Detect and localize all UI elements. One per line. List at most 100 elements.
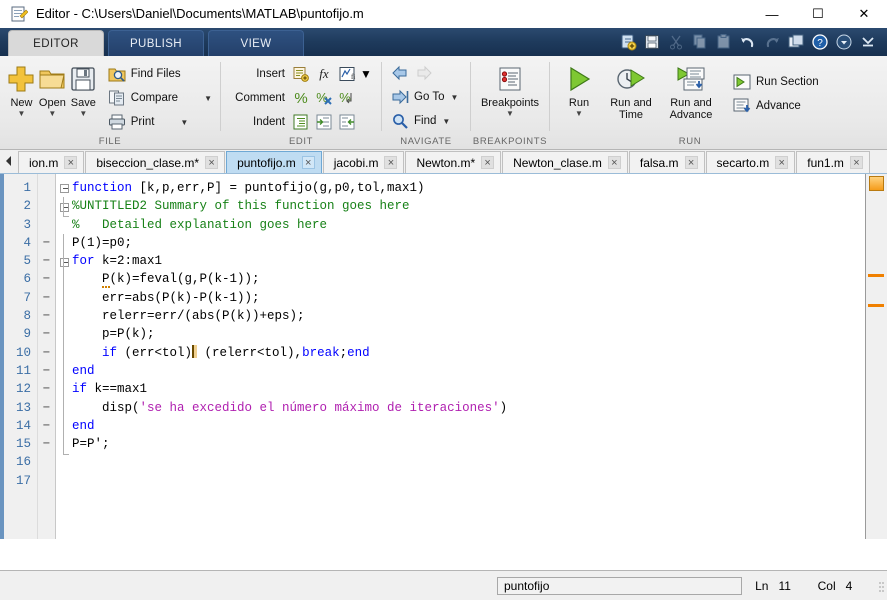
line-number: 3 (23, 217, 31, 232)
back-arrow-icon[interactable] (390, 63, 410, 83)
minimize-button[interactable]: — (749, 0, 795, 28)
doc-tab-jacobi[interactable]: jacobi.m × (322, 151, 405, 173)
new-button[interactable]: New ▼ (6, 60, 37, 118)
minimize-ribbon-icon[interactable] (857, 31, 879, 53)
doc-tab-newton[interactable]: Newton.m* × (405, 151, 502, 173)
svg-text:fx: fx (319, 66, 329, 81)
tab-publish[interactable]: PUBLISH (108, 30, 204, 56)
code-text[interactable]: function [k,p,err,P] = puntofijo(g,p0,to… (72, 174, 865, 539)
close-icon[interactable]: × (205, 156, 219, 169)
compare-button[interactable]: Compare ▼ (105, 86, 214, 110)
code-line-8: relerr=err/(abs(P(k))+eps); (72, 309, 305, 324)
run-dropdown-icon[interactable]: ▼ (575, 110, 583, 118)
breakpoints-button[interactable]: Breakpoints ▼ (477, 60, 543, 118)
function-name-field[interactable]: puntofijo (497, 576, 742, 595)
line-number: 4 (23, 235, 31, 250)
close-icon[interactable]: × (849, 156, 863, 169)
uncomment-icon[interactable]: % (314, 88, 334, 108)
compare-dropdown-icon[interactable]: ▼ (204, 94, 212, 103)
find-dropdown-icon[interactable]: ▼ (442, 117, 450, 126)
group-label-file: FILE (98, 136, 122, 147)
close-icon[interactable]: × (481, 156, 495, 169)
save-button[interactable]: Save ▼ (68, 60, 99, 118)
close-icon[interactable]: × (684, 156, 698, 169)
fold-toggle[interactable] (56, 252, 72, 270)
doc-tab-ion[interactable]: ion.m × (18, 151, 85, 173)
fold-blank (56, 362, 72, 380)
exec-mark (38, 216, 55, 234)
close-button[interactable]: ✕ (841, 0, 887, 28)
doc-tab-fun1[interactable]: fun1.m × (796, 151, 870, 173)
paste-icon[interactable] (713, 31, 735, 53)
tab-editor[interactable]: EDITOR (8, 30, 104, 56)
doc-tab-label: secarto.m (716, 155, 770, 170)
code-analyzer-warning-indicator[interactable] (869, 176, 884, 191)
go-to-label: Go To (414, 91, 445, 103)
doc-tab-secarto[interactable]: secarto.m × (705, 151, 796, 173)
insert-text-icon[interactable] (291, 64, 311, 84)
window-controls: — ☐ ✕ (749, 0, 887, 28)
cut-icon[interactable] (665, 31, 687, 53)
doc-tab-puntofijo[interactable]: puntofijo.m × (226, 151, 322, 173)
insert-dropdown-icon[interactable]: ▼ (360, 67, 372, 81)
indent-right-icon[interactable] (314, 112, 334, 132)
code-analyzer-gutter[interactable] (865, 174, 887, 539)
code-line-11: end (72, 363, 95, 378)
print-dropdown-icon[interactable]: ▼ (180, 118, 188, 127)
analyzer-warning-mark[interactable] (868, 304, 884, 307)
open-button[interactable]: Open ▼ (37, 60, 68, 118)
code-editor[interactable]: 1 2 3 4 5 6 7 8 9 10 11 12 13 14 15 16 1… (0, 174, 887, 539)
find-files-button[interactable]: Find Files (105, 62, 214, 86)
fold-toggle[interactable] (56, 179, 72, 197)
maximize-button[interactable]: ☐ (795, 0, 841, 28)
smart-indent-icon[interactable] (291, 112, 311, 132)
help-icon[interactable]: ? (809, 31, 831, 53)
open-dropdown-icon[interactable]: ▼ (48, 110, 56, 118)
go-to-button[interactable]: Go To ▼ (388, 85, 460, 109)
run-section-button[interactable]: Run Section (730, 70, 821, 94)
new-dropdown-icon[interactable]: ▼ (18, 110, 26, 118)
code-fold-gutter[interactable] (56, 174, 72, 539)
insert-figure-icon[interactable]: fi (337, 64, 357, 84)
copy-icon[interactable] (689, 31, 711, 53)
tab-scroll-left-icon[interactable] (0, 149, 18, 173)
close-icon[interactable]: × (384, 156, 398, 169)
close-icon[interactable]: × (64, 156, 78, 169)
print-icon (107, 112, 127, 132)
find-button[interactable]: Find ▼ (388, 109, 452, 133)
comment-icon[interactable]: % (291, 88, 311, 108)
wrap-comment-icon[interactable]: % (337, 88, 357, 108)
insert-function-icon[interactable]: fx (314, 64, 334, 84)
tab-view[interactable]: VIEW (208, 30, 304, 56)
save-icon[interactable] (641, 31, 663, 53)
doc-tab-newton-clase[interactable]: Newton_clase.m × (502, 151, 628, 173)
redo-icon[interactable] (761, 31, 783, 53)
undo-icon[interactable] (737, 31, 759, 53)
close-icon[interactable]: × (301, 156, 315, 169)
customize-dropdown-icon[interactable] (833, 31, 855, 53)
indent-left-icon[interactable] (337, 112, 357, 132)
print-button[interactable]: Print ▼ (105, 110, 214, 134)
breakpoint-gutter[interactable]: − − − − − − − − − − − − (38, 174, 56, 539)
analyzer-warning-mark[interactable] (868, 274, 884, 277)
exec-mark (38, 472, 55, 490)
new-script-icon[interactable] (617, 31, 639, 53)
resize-grip-icon[interactable] (870, 579, 884, 593)
line-number: 2 (23, 199, 31, 214)
run-icon (564, 63, 594, 95)
breakpoints-dropdown-icon[interactable]: ▼ (506, 110, 514, 118)
run-and-advance-button[interactable]: Run and Advance (660, 60, 722, 121)
fold-toggle[interactable] (56, 197, 72, 215)
doc-tab-biseccion-clase[interactable]: biseccion_clase.m* × (85, 151, 226, 173)
run-and-time-button[interactable]: Run and Time (602, 60, 660, 121)
close-icon[interactable]: × (775, 156, 789, 169)
advance-button[interactable]: Advance (730, 94, 821, 118)
close-icon[interactable]: × (607, 156, 621, 169)
go-to-dropdown-icon[interactable]: ▼ (450, 93, 458, 102)
run-small-buttons: Run Section Advance (730, 60, 821, 118)
doc-tab-falsa[interactable]: falsa.m × (628, 151, 705, 173)
save-dropdown-icon[interactable]: ▼ (79, 110, 87, 118)
find-files-label: Find Files (130, 68, 181, 80)
switch-window-icon[interactable] (785, 31, 807, 53)
run-button[interactable]: Run ▼ (556, 60, 602, 118)
